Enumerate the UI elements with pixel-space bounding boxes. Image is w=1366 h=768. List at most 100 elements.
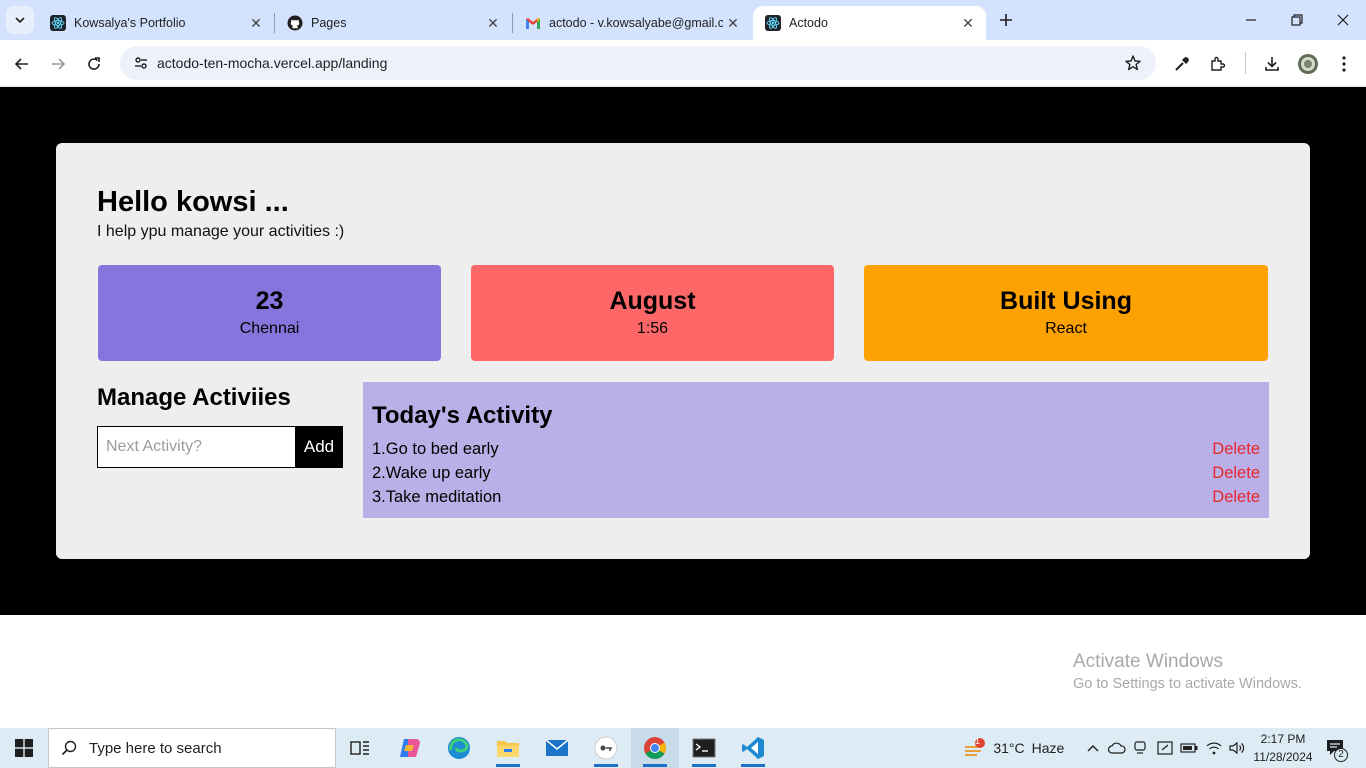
todays-activity-heading: Today's Activity (372, 402, 553, 429)
time-value: 1:56 (636, 320, 669, 337)
notification-count: 2 (1334, 748, 1348, 762)
weather-badge: 1 (975, 736, 981, 746)
react-icon (50, 15, 66, 31)
github-icon (287, 15, 303, 31)
chevron-down-icon (15, 17, 25, 24)
site-info-icon[interactable] (126, 55, 156, 71)
eyedropper-icon[interactable] (1170, 52, 1194, 76)
file-explorer-icon[interactable] (484, 728, 532, 768)
notification-icon[interactable] (1322, 728, 1350, 768)
greeting-subtitle: I help ypu manage your activities :) (97, 223, 345, 240)
close-icon (1337, 14, 1349, 26)
tab-pages[interactable]: Pages ✕ (275, 6, 511, 40)
vscode-icon[interactable] (729, 728, 777, 768)
delete-link[interactable]: Delete (1212, 440, 1260, 459)
activity-item: 2.Wake up early Delete (372, 464, 1260, 488)
restore-icon (1291, 14, 1303, 26)
clock-time: 2:17 PM (1260, 732, 1306, 746)
bookmark-star-icon[interactable] (1124, 54, 1142, 77)
wifi-icon[interactable] (1203, 728, 1225, 768)
battery-icon[interactable] (1178, 728, 1200, 768)
weather-temp[interactable]: 31°C (992, 728, 1026, 768)
built-using-value: React (1045, 320, 1087, 337)
tab-gmail[interactable]: actodo - v.kowsalyabe@gmail.c ✕ (513, 6, 751, 40)
weather-condition[interactable]: Haze (1030, 728, 1066, 768)
pen-workspace-icon[interactable] (1154, 728, 1176, 768)
terminal-icon[interactable] (680, 728, 728, 768)
todays-activity-panel: Today's Activity 1.Go to bed early Delet… (363, 382, 1269, 518)
plus-icon (1000, 14, 1012, 26)
system-clock[interactable]: 2:17 PM 11/28/2024 (1251, 730, 1315, 766)
search-icon (49, 740, 89, 756)
windows-logo-icon (15, 739, 33, 757)
activate-windows-subtitle: Go to Settings to activate Windows. (1073, 676, 1302, 692)
activate-windows-title: Activate Windows (1073, 651, 1223, 672)
minimize-button[interactable] (1228, 0, 1274, 40)
browser-toolbar: actodo-ten-mocha.vercel.app/landing (0, 40, 1366, 87)
toolbar-divider (1245, 52, 1246, 74)
location-value: Chennai (239, 320, 300, 337)
copilot-icon[interactable] (386, 728, 434, 768)
add-button[interactable]: Add (295, 426, 343, 468)
tab-title: actodo - v.kowsalyabe@gmail.c (549, 16, 723, 30)
delete-link[interactable]: Delete (1212, 464, 1260, 483)
new-tab-button[interactable] (994, 8, 1018, 32)
search-placeholder: Type here to search (89, 739, 222, 757)
reload-icon (88, 57, 100, 70)
volume-icon[interactable] (1226, 728, 1248, 768)
app-icon[interactable] (582, 728, 630, 768)
activity-text: 3.Take meditation (372, 488, 502, 506)
task-view-icon[interactable] (336, 728, 384, 768)
react-icon (765, 15, 781, 31)
tab-portfolio[interactable]: Kowsalya's Portfolio ✕ (38, 6, 274, 40)
activity-item: 1.Go to bed early Delete (372, 440, 1260, 464)
close-icon[interactable]: ✕ (246, 13, 266, 33)
manage-activities-heading: Manage Activiies (97, 384, 291, 411)
mail-icon[interactable] (533, 728, 581, 768)
date-value: 23 (255, 287, 284, 315)
download-icon[interactable] (1260, 52, 1284, 76)
minimize-icon (1246, 19, 1256, 21)
arrow-right-icon (52, 58, 66, 70)
activity-text: 1.Go to bed early (372, 440, 499, 458)
url-text: actodo-ten-mocha.vercel.app/landing (157, 55, 388, 71)
reload-button[interactable] (80, 50, 108, 78)
menu-kebab-icon[interactable] (1332, 52, 1356, 76)
activity-text: 2.Wake up early (372, 464, 491, 482)
back-button[interactable] (8, 50, 36, 78)
greeting-heading: Hello kowsi ... (97, 186, 289, 218)
chrome-icon[interactable] (631, 728, 679, 768)
tab-actodo[interactable]: Actodo ✕ (753, 6, 986, 40)
start-button[interactable] (0, 728, 48, 768)
address-bar[interactable]: actodo-ten-mocha.vercel.app/landing (120, 46, 1156, 80)
taskbar-search[interactable]: Type here to search (48, 728, 336, 768)
tab-title: Actodo (789, 16, 828, 30)
built-using-label: Built Using (1000, 287, 1132, 315)
delete-link[interactable]: Delete (1212, 488, 1260, 507)
profile-avatar[interactable] (1296, 52, 1320, 76)
date-card: 23 Chennai (98, 265, 441, 361)
onedrive-cloud-icon[interactable] (1106, 728, 1128, 768)
close-icon[interactable]: ✕ (483, 13, 503, 33)
activity-item: 3.Take meditation Delete (372, 488, 1260, 512)
restore-button[interactable] (1274, 0, 1320, 40)
meet-now-icon[interactable] (1130, 728, 1150, 768)
weather-icon[interactable] (960, 728, 988, 768)
arrow-left-icon (14, 58, 28, 70)
close-window-button[interactable] (1320, 0, 1366, 40)
built-using-card: Built Using React (864, 265, 1268, 361)
browser-tab-bar: Kowsalya's Portfolio ✕ Pages ✕ actodo - … (0, 0, 1366, 40)
tab-search-button[interactable] (6, 6, 34, 34)
extensions-icon[interactable] (1206, 52, 1230, 76)
windows-taskbar: Type here to search 1 31°C Haze 2:17 PM … (0, 728, 1366, 768)
close-icon[interactable]: ✕ (958, 13, 978, 33)
chevron-up-icon[interactable] (1083, 728, 1103, 768)
activity-input[interactable] (97, 426, 296, 468)
close-icon[interactable]: ✕ (723, 13, 743, 33)
tab-title: Kowsalya's Portfolio (74, 16, 186, 30)
forward-button[interactable] (44, 50, 72, 78)
clock-date: 11/28/2024 (1253, 750, 1313, 764)
edge-icon[interactable] (435, 728, 483, 768)
month-card: August 1:56 (471, 265, 834, 361)
tab-title: Pages (311, 16, 347, 30)
